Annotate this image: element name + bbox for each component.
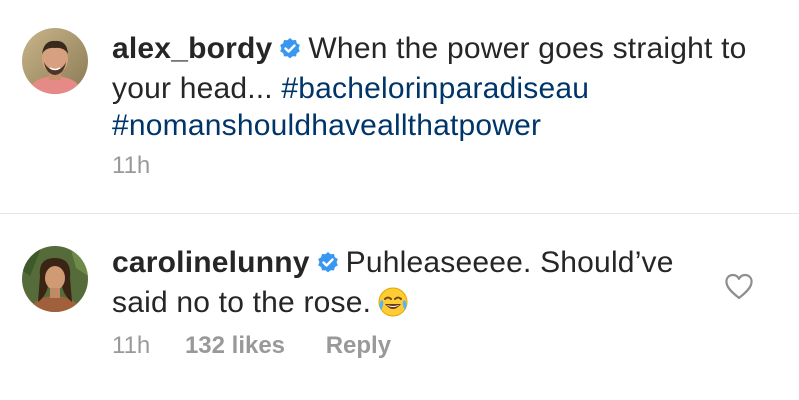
- face-with-tears-of-joy-emoji: [377, 286, 409, 327]
- comment-meta: 11h 132 likes Reply: [112, 332, 391, 360]
- hashtag-link[interactable]: #bachelorinparadiseau: [281, 72, 589, 105]
- post-timestamp: 11h: [112, 152, 151, 179]
- comment-username[interactable]: carolinelunny: [112, 246, 310, 279]
- avatar[interactable]: [22, 28, 88, 94]
- reply-button[interactable]: Reply: [326, 332, 391, 360]
- post-username[interactable]: alex_bordy: [112, 32, 272, 65]
- post-meta: 11h: [112, 152, 150, 180]
- verified-badge-icon: [316, 247, 340, 284]
- heart-outline-icon[interactable]: [724, 272, 754, 300]
- comment-timestamp: 11h: [112, 332, 151, 359]
- comment-text-block: carolinelunny Puhleaseeee. Should’ve said…: [112, 244, 712, 327]
- avatar[interactable]: [22, 246, 88, 312]
- comment-row: carolinelunny Puhleaseeee. Should’ve said…: [0, 214, 799, 400]
- likes-count[interactable]: 132 likes: [185, 332, 285, 360]
- verified-badge-icon: [278, 33, 302, 70]
- hashtag-link[interactable]: #nomanshouldhaveallthatpower: [112, 109, 541, 142]
- caption-text-block: alex_bordy When the power goes straight t…: [112, 30, 782, 144]
- post-caption: alex_bordy When the power goes straight t…: [0, 0, 799, 213]
- comments-view: alex_bordy When the power goes straight t…: [0, 0, 799, 400]
